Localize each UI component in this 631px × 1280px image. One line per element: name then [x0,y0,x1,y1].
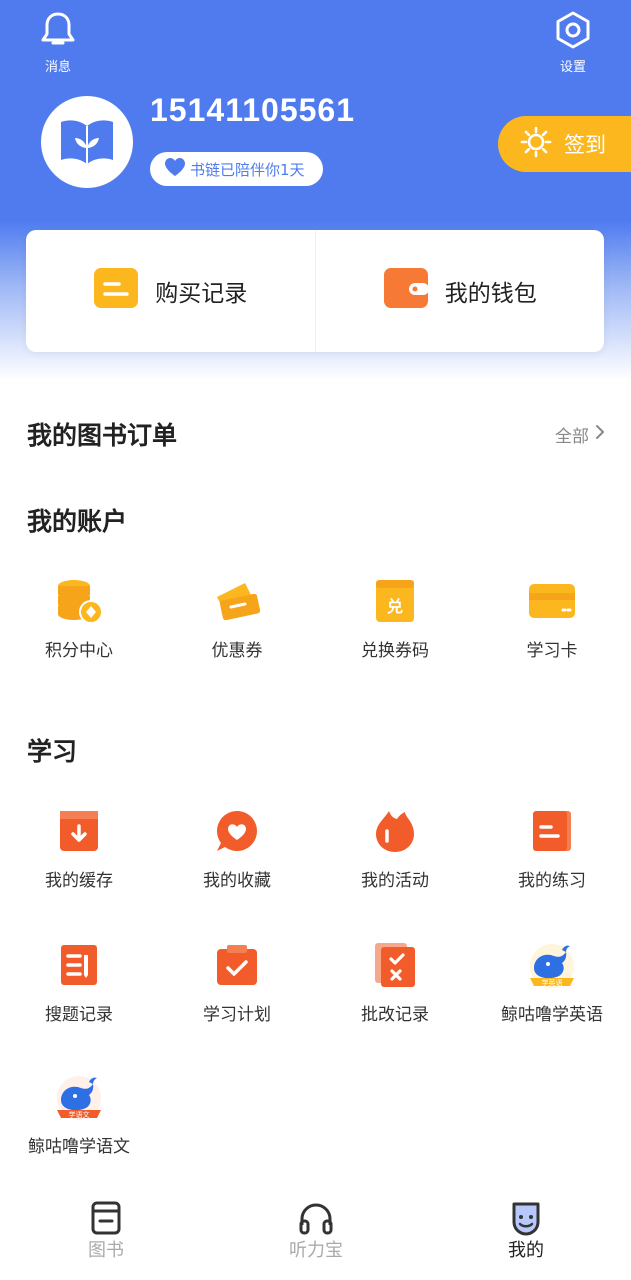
my-cache-label: 我的缓存 [45,871,113,891]
bottom-tab-bar: 图书 听力宝 我的 [0,1190,631,1280]
tab-listening[interactable]: 听力宝 [256,1200,376,1262]
points-center-button[interactable]: 积分中心 [0,576,158,661]
settings-button[interactable]: 设置 [543,10,603,75]
bell-icon [38,12,78,54]
practice-book-icon [473,806,631,856]
study-section-title: 学习 [27,737,78,766]
purchase-records-button[interactable]: 购买记录 [26,230,315,352]
tab-books[interactable]: 图书 [46,1200,166,1262]
headphones-icon [256,1200,376,1236]
grading-records-label: 批改记录 [361,1005,429,1025]
whale-chinese-button[interactable]: 学语文 鲸咕噜学语文 [0,1072,158,1157]
my-wallet-label: 我的钱包 [444,281,537,307]
sun-icon [498,126,564,163]
heart-favorite-icon [158,806,316,856]
purchase-records-label: 购买记录 [155,281,248,307]
study-plan-label: 学习计划 [203,1005,271,1025]
my-practice-button[interactable]: 我的练习 [473,806,631,891]
coins-icon [0,576,158,626]
book-orders-title: 我的图书订单 [27,421,178,450]
tab-mine[interactable]: 我的 [466,1200,586,1262]
signin-label: 签到 [564,133,606,157]
search-record-icon [0,940,158,990]
quick-actions-card: 购买记录 我的钱包 [26,230,604,352]
whale-english-tag: 学英语 [542,978,563,987]
svg-text:兑: 兑 [387,597,403,616]
download-cache-icon [0,806,158,856]
my-favorites-button[interactable]: 我的收藏 [158,806,316,891]
study-card-button[interactable]: 学习卡 [473,576,631,661]
redeem-code-button[interactable]: 兑 兑换券码 [316,576,474,661]
points-center-label: 积分中心 [45,641,113,661]
tab-books-label: 图书 [88,1240,124,1261]
whale-chinese-label: 鲸咕噜学语文 [28,1137,130,1157]
search-records-button[interactable]: 搜题记录 [0,940,158,1025]
view-all-orders-link[interactable]: 全部 [555,422,605,447]
whale-chinese-tag: 学语文 [69,1110,90,1119]
my-favorites-label: 我的收藏 [203,871,271,891]
whale-english-button[interactable]: 学英语 鲸咕噜学英语 [473,940,631,1025]
heart-icon [164,157,190,181]
user-phone-number: 15141105561 [150,92,355,128]
tab-listening-label: 听力宝 [289,1240,343,1261]
view-all-label: 全部 [555,427,589,447]
my-account-title: 我的账户 [27,507,128,536]
my-activities-label: 我的活动 [361,871,429,891]
companion-days-badge: 书链已陪伴你1天 [150,152,323,186]
redeem-code-icon: 兑 [316,576,474,626]
redeem-code-label: 兑换券码 [361,641,429,661]
book-icon [46,1200,166,1236]
activity-flame-icon [316,806,474,856]
study-card-icon [473,576,631,626]
settings-label: 设置 [559,60,586,75]
whale-english-label: 鲸咕噜学英语 [501,1005,603,1025]
gear-icon [553,11,593,54]
avatar[interactable] [41,96,133,188]
my-practice-label: 我的练习 [518,871,586,891]
grading-record-icon [316,940,474,990]
grading-records-button[interactable]: 批改记录 [316,940,474,1025]
notifications-label: 消息 [44,60,71,75]
signin-button[interactable]: 签到 [498,116,631,172]
my-activities-button[interactable]: 我的活动 [316,806,474,891]
search-records-label: 搜题记录 [45,1005,113,1025]
my-cache-button[interactable]: 我的缓存 [0,806,158,891]
study-plan-icon [158,940,316,990]
badge-text: 书链已陪伴你1天 [190,160,305,179]
study-card-label: 学习卡 [526,641,578,661]
coupons-label: 优惠券 [211,641,263,661]
study-plan-button[interactable]: 学习计划 [158,940,316,1025]
coupons-button[interactable]: 优惠券 [158,576,316,661]
wallet-icon [383,267,445,315]
profile-face-icon [466,1200,586,1236]
tab-mine-label: 我的 [508,1240,544,1261]
notifications-button[interactable]: 消息 [28,10,88,75]
whale-chinese-icon: 学语文 [0,1072,158,1122]
my-wallet-button[interactable]: 我的钱包 [314,230,605,352]
purchase-record-icon [93,267,155,315]
whale-english-icon: 学英语 [473,940,631,990]
coupon-icon [158,576,316,626]
open-book-logo-icon [56,114,118,170]
chevron-right-icon [589,424,605,445]
